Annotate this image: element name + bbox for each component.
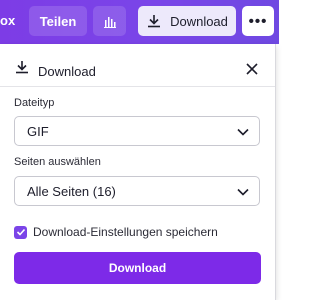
chevron-down-icon xyxy=(237,188,249,196)
toolbar-cut-text: ox xyxy=(0,13,16,28)
download-panel: Download Dateityp GIF Seiten auswählen A… xyxy=(0,44,276,300)
chevron-down-icon xyxy=(237,128,249,136)
checkmark-icon xyxy=(16,228,25,236)
close-icon[interactable] xyxy=(243,60,261,78)
file-type-value: GIF xyxy=(27,123,49,139)
panel-title: Download xyxy=(38,64,96,79)
pages-value: Alle Seiten (16) xyxy=(27,183,116,199)
download-toolbar-button[interactable]: Download xyxy=(138,6,236,36)
insights-button[interactable] xyxy=(93,6,126,36)
share-label: Teilen xyxy=(39,13,77,29)
save-settings-row[interactable]: Download-Einstellungen speichern xyxy=(14,225,218,239)
download-icon xyxy=(148,15,161,28)
header-divider xyxy=(0,86,275,87)
save-settings-label: Download-Einstellungen speichern xyxy=(33,225,218,239)
file-type-label: Dateityp xyxy=(14,97,55,109)
top-toolbar: ox Teilen Download ••• xyxy=(0,0,279,44)
panel-header: Download xyxy=(0,52,275,90)
download-button-label: Download xyxy=(108,261,167,275)
pages-select[interactable]: Alle Seiten (16) xyxy=(14,176,260,206)
more-icon: ••• xyxy=(248,12,268,30)
save-settings-checkbox[interactable] xyxy=(14,225,27,239)
share-button[interactable]: Teilen xyxy=(29,6,87,36)
bar-chart-icon xyxy=(103,17,116,28)
more-button[interactable]: ••• xyxy=(242,6,274,36)
download-icon xyxy=(16,61,28,74)
download-toolbar-label: Download xyxy=(170,13,228,29)
download-button[interactable]: Download xyxy=(14,252,261,284)
pages-label: Seiten auswählen xyxy=(14,156,101,168)
file-type-select[interactable]: GIF xyxy=(14,116,260,146)
